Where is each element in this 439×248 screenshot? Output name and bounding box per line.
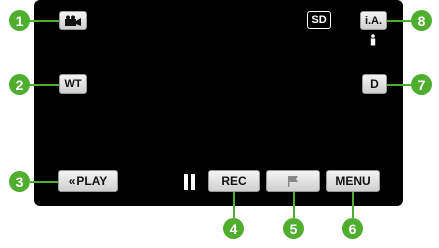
menu-button[interactable]: MENU xyxy=(326,170,380,192)
flag-icon xyxy=(288,176,298,187)
leader-line-7 xyxy=(386,84,412,86)
d-label: D xyxy=(370,77,379,91)
callout-4: 4 xyxy=(223,218,244,239)
d-display-button[interactable]: D xyxy=(362,74,387,94)
camera-screen-diagram: WT « PLAY REC MENU SD i.A. D 1 2 3 4 5 6… xyxy=(0,0,439,248)
ia-label: i.A. xyxy=(364,14,383,27)
leader-line-6 xyxy=(352,190,354,218)
intelligent-auto-button[interactable]: i.A. xyxy=(360,11,387,30)
double-chevron-left-icon: « xyxy=(68,174,76,188)
callout-7: 7 xyxy=(411,74,432,95)
sd-media-indicator: SD xyxy=(307,11,331,29)
video-camera-icon xyxy=(65,15,81,26)
leader-line-8 xyxy=(386,20,412,22)
play-label: PLAY xyxy=(76,174,108,188)
leader-line-5 xyxy=(293,190,295,218)
callout-2: 2 xyxy=(9,74,30,95)
menu-label: MENU xyxy=(335,174,371,188)
camera-mode-button[interactable] xyxy=(59,11,87,30)
pause-icon-bar-left xyxy=(184,174,188,190)
callout-6: 6 xyxy=(342,218,363,239)
leader-line-1 xyxy=(30,20,60,22)
leader-line-4 xyxy=(233,190,235,218)
wt-label: WT xyxy=(64,78,82,90)
callout-5: 5 xyxy=(283,218,304,239)
person-scene-icon xyxy=(370,34,376,46)
callout-1: 1 xyxy=(9,10,30,31)
pause-icon-bar-right xyxy=(191,174,195,190)
sd-label: SD xyxy=(311,14,327,26)
leader-line-3 xyxy=(30,181,60,183)
flag-button[interactable] xyxy=(266,170,320,192)
wt-zoom-button[interactable]: WT xyxy=(59,74,87,94)
play-mode-button[interactable]: « PLAY xyxy=(58,170,118,192)
callout-8: 8 xyxy=(411,10,432,31)
leader-line-2 xyxy=(30,84,60,86)
rec-label: REC xyxy=(221,174,247,188)
callout-3: 3 xyxy=(9,171,30,192)
rec-button[interactable]: REC xyxy=(208,170,260,192)
